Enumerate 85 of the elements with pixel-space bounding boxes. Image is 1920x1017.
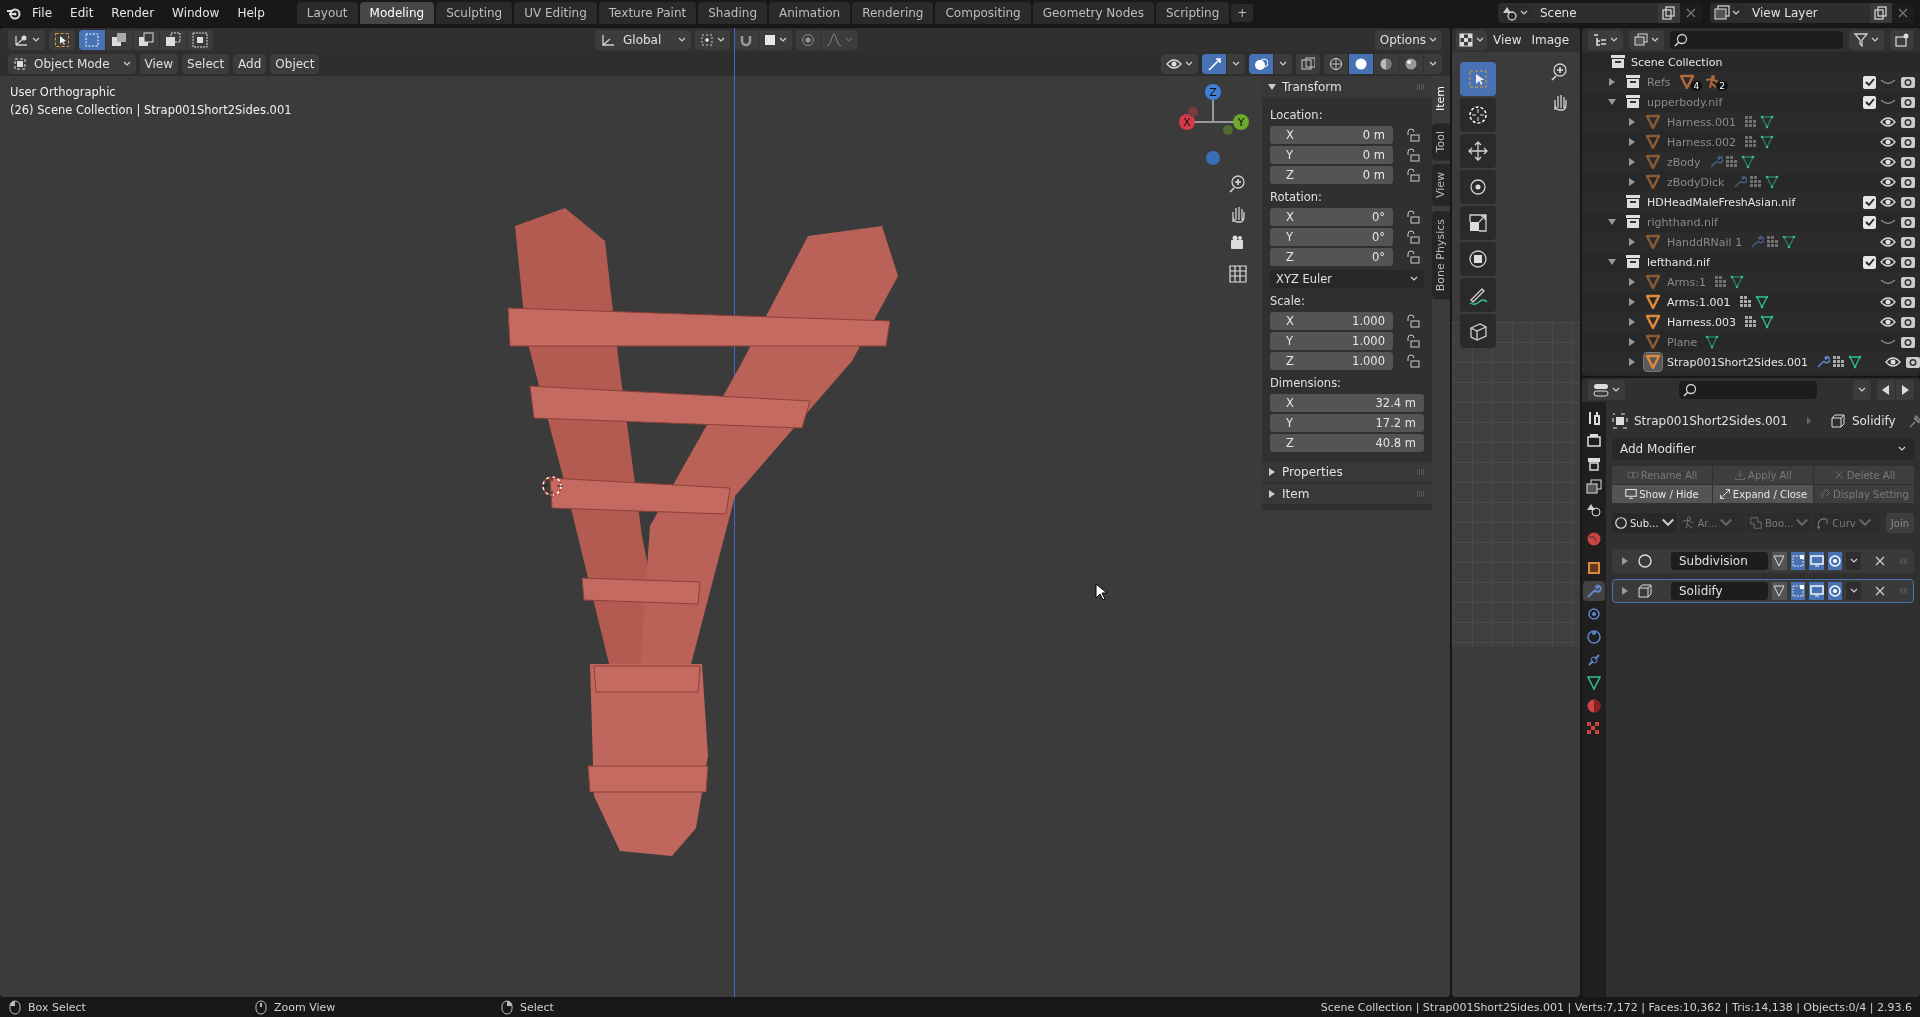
rotation-mode-dropdown[interactable]: XYZ Euler [1270, 270, 1424, 288]
outliner-item-name[interactable]: Arms:1 [1667, 275, 1706, 289]
modifier-name-field[interactable]: Subdivision [1671, 552, 1769, 570]
number-field[interactable]: Z 1.000 [1270, 352, 1393, 370]
menu-item[interactable]: Object [270, 54, 320, 74]
number-field[interactable]: X 1.000 [1270, 312, 1393, 330]
number-field[interactable]: Y 0 m [1270, 146, 1393, 164]
outliner-item-name[interactable]: Arms:1.001 [1667, 295, 1731, 309]
outliner-item-name[interactable]: upperbody.nif [1647, 95, 1723, 109]
number-field[interactable]: Y 17.2 m [1270, 414, 1424, 432]
field-label: Dimensions: [1270, 375, 1342, 392]
sidebar-tab[interactable]: View [1432, 164, 1450, 207]
field-label: Location: [1270, 107, 1324, 124]
workspace-tab[interactable]: UV Editing [514, 2, 597, 24]
number-field[interactable]: Y 0° [1270, 228, 1393, 246]
number-field[interactable]: X 0 m [1270, 126, 1393, 144]
outliner-item-name[interactable]: Harness.001 [1667, 115, 1737, 129]
number-field[interactable]: X 0° [1270, 208, 1393, 226]
menu-item[interactable]: Help [229, 3, 273, 23]
menu-item[interactable]: View [139, 54, 179, 74]
add-modifier-dropdown[interactable]: Add Modifier [1612, 438, 1914, 460]
number-field[interactable]: Y 1.000 [1270, 332, 1393, 350]
options-dropdown[interactable]: Options [1374, 30, 1442, 50]
outliner-item-name[interactable]: HDHeadMaleFreshAsian.nif [1647, 195, 1796, 209]
menu-item[interactable]: Select [182, 54, 230, 74]
menu-item[interactable]: Window [164, 3, 228, 23]
count-badge: 2 [1716, 81, 1728, 91]
outliner-item-name[interactable]: Harness.002 [1667, 135, 1737, 149]
workspace-tab[interactable]: Animation [769, 2, 851, 24]
outliner-item-name[interactable]: Refs [1647, 75, 1671, 89]
action-button[interactable]: Show / Hide [1612, 485, 1712, 503]
modifier-panel[interactable]: Solidify [1612, 579, 1914, 603]
workspace-tab[interactable]: Rendering [852, 2, 934, 24]
number-field[interactable]: Z 0 m [1270, 166, 1393, 184]
view-name-label: User Orthographic [10, 85, 116, 99]
outliner-item-name[interactable]: righthand.nif [1647, 215, 1718, 229]
outliner-item-name[interactable]: lefthand.nif [1647, 255, 1710, 269]
modifier-name: Solidify [1851, 414, 1896, 428]
object-name: Strap001Short2Sides.001 [1634, 414, 1788, 428]
outliner-item-name[interactable]: HanddRNail 1 [1667, 235, 1743, 249]
modifier-panel[interactable]: Subdivision [1612, 549, 1914, 573]
number-field[interactable]: Z 40.8 m [1270, 434, 1424, 452]
scene-field[interactable]: Scene [1532, 3, 1658, 23]
field-label: Rotation: [1270, 189, 1323, 206]
outliner-item-name[interactable]: zBody [1667, 155, 1701, 169]
menu-item[interactable]: Add [233, 54, 267, 74]
sidebar-tab[interactable]: Tool [1432, 123, 1450, 161]
outliner-item-name[interactable]: Scene Collection [1631, 55, 1723, 69]
workspace-tab[interactable]: Geometry Nodes [1032, 2, 1154, 24]
panel-header[interactable]: Item [1262, 484, 1432, 504]
action-button[interactable]: Expand / Close [1713, 485, 1813, 503]
panel-header[interactable]: Transform [1262, 76, 1432, 98]
status-hint: Select [520, 1000, 554, 1014]
workspace-tab[interactable]: Modeling [359, 2, 435, 24]
status-hint: Box Select [28, 1000, 86, 1014]
menu-item[interactable]: Edit [62, 3, 102, 23]
menu-item[interactable]: Image [1527, 30, 1574, 50]
workspace-tab[interactable]: Shading [698, 2, 767, 24]
view-layer-field[interactable]: View Layer [1744, 3, 1870, 23]
workspace-tab[interactable]: Scripting [1155, 2, 1230, 24]
number-field[interactable]: Z 0° [1270, 248, 1393, 266]
workspace-tab[interactable]: Layout [296, 2, 358, 24]
outliner-item-name[interactable]: Plane [1667, 335, 1698, 349]
modifier-dropdown[interactable]: Sub... [1612, 513, 1678, 533]
count-badge: 4 [1690, 81, 1703, 91]
panel-header[interactable]: Properties [1262, 462, 1432, 482]
field-label: Scale: [1270, 293, 1306, 310]
menu-item[interactable]: Render [103, 3, 163, 23]
status-hint: Zoom View [274, 1000, 336, 1014]
sidebar-tab[interactable]: Bone Physics [1432, 210, 1450, 299]
workspace-tab[interactable]: Texture Paint [598, 2, 697, 24]
number-field[interactable]: X 32.4 m [1270, 394, 1424, 412]
add-workspace-button[interactable]: + [1231, 4, 1254, 22]
scene-statistics: Scene Collection | Strap001Short2Sides.001 | Verts:7,172 | Faces:10,362 | Tris:14,138 | Objects:0/4 | 2.93.6 [1320, 1000, 1912, 1014]
orientation-dropdown[interactable]: Global [595, 30, 692, 50]
outliner-item-name[interactable]: Harness.003 [1667, 315, 1737, 329]
outliner-item-name[interactable]: Strap001Short2Sides.001 [1667, 355, 1809, 369]
workspace-tab[interactable]: Sculpting [436, 2, 513, 24]
workspace-tab[interactable]: Compositing [935, 2, 1031, 24]
modifier-name-field[interactable]: Solidify [1671, 582, 1769, 600]
active-object-info: (26) Scene Collection | Strap001Short2Sides.001 [10, 103, 292, 117]
outliner-item-name[interactable]: zBodyDick [1667, 175, 1725, 189]
menu-item[interactable]: File [24, 3, 61, 23]
mode-dropdown[interactable]: Object Mode [8, 54, 136, 74]
menu-item[interactable]: View [1489, 30, 1526, 50]
